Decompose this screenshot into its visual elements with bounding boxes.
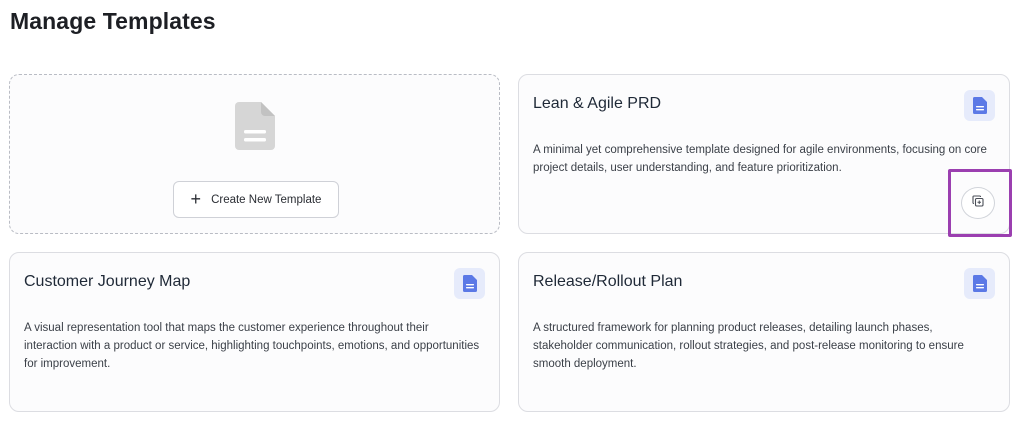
plus-icon: + xyxy=(190,188,202,209)
template-card-release-rollout-plan[interactable]: Release/Rollout Plan A structured framew… xyxy=(518,252,1010,412)
template-title: Lean & Agile PRD xyxy=(533,95,662,112)
template-title: Customer Journey Map xyxy=(24,273,191,290)
manage-templates-page: Manage Templates + Create New Template L… xyxy=(0,0,1024,423)
create-new-template-label: Create New Template xyxy=(211,193,322,206)
template-card-customer-journey-map[interactable]: Customer Journey Map A visual representa… xyxy=(9,252,500,412)
template-description: A minimal yet comprehensive template des… xyxy=(533,144,987,174)
template-description: A structured framework for planning prod… xyxy=(533,322,964,370)
template-title: Release/Rollout Plan xyxy=(533,273,683,290)
create-new-template-button[interactable]: + Create New Template xyxy=(173,181,339,218)
template-description: A visual representation tool that maps t… xyxy=(24,322,480,370)
create-template-card[interactable]: + Create New Template xyxy=(9,74,500,234)
document-icon xyxy=(235,102,275,150)
duplicate-icon xyxy=(972,194,984,212)
duplicate-template-button[interactable] xyxy=(961,187,995,219)
template-card-lean-agile-prd[interactable]: Lean & Agile PRD A minimal yet comprehen… xyxy=(518,74,1010,234)
page-title: Manage Templates xyxy=(10,8,216,34)
document-icon xyxy=(964,268,995,299)
document-icon xyxy=(964,90,995,121)
document-icon xyxy=(454,268,485,299)
